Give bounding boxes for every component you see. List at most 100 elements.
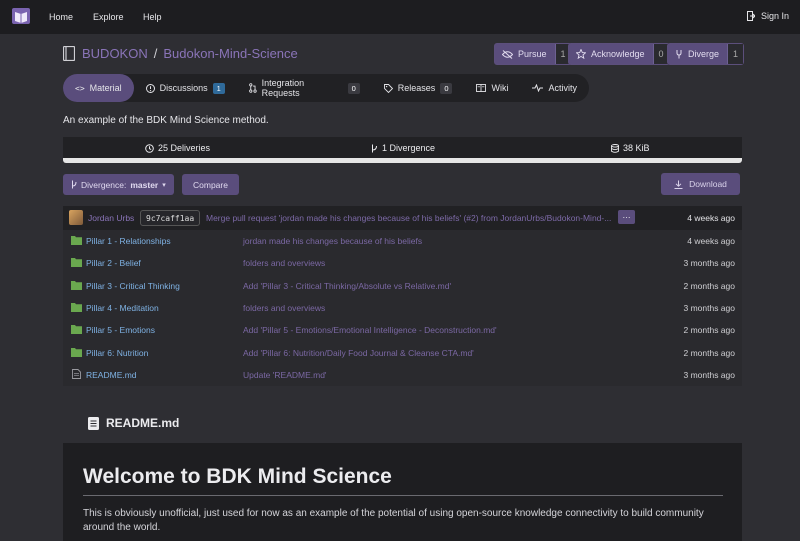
fork-icon bbox=[676, 50, 682, 59]
repo-description: An example of the BDK Mind Science metho… bbox=[63, 115, 269, 126]
pursue-button[interactable]: Pursue 1 bbox=[494, 43, 572, 65]
sign-in-label: Sign In bbox=[760, 11, 789, 21]
commit-time: 4 weeks ago bbox=[687, 213, 735, 223]
branch-icon bbox=[372, 144, 377, 152]
file-name-link[interactable]: README.md bbox=[86, 370, 137, 380]
folder-icon bbox=[71, 303, 82, 312]
tab-material[interactable]: <> Material bbox=[63, 74, 134, 102]
branch-icon bbox=[72, 180, 77, 189]
commit-author-link[interactable]: Jordan Urbs bbox=[88, 213, 134, 223]
file-name-link[interactable]: Pillar 2 - Belief bbox=[86, 258, 141, 268]
file-icon bbox=[72, 369, 81, 379]
tab-activity-label: Activity bbox=[548, 83, 577, 93]
folder-icon bbox=[71, 325, 82, 334]
deliveries-stat[interactable]: 25 Deliveries bbox=[145, 143, 210, 153]
list-item: Pillar 2 - Belief folders and overviews … bbox=[63, 252, 742, 274]
file-time: 3 months ago bbox=[683, 258, 735, 268]
releases-count-badge: 0 bbox=[440, 82, 453, 94]
diverge-count[interactable]: 1 bbox=[727, 44, 744, 64]
chevron-down-icon: ▾ bbox=[162, 181, 166, 189]
book-icon bbox=[476, 84, 487, 92]
top-nav-bar: Home Explore Help Sign In bbox=[0, 0, 800, 34]
tab-releases-label: Releases bbox=[397, 83, 436, 93]
issue-icon bbox=[145, 83, 155, 93]
commit-expand-button[interactable]: ··· bbox=[618, 210, 635, 224]
diverge-button[interactable]: Diverge 1 bbox=[667, 43, 745, 65]
download-label: Download bbox=[689, 179, 727, 189]
nav-explore-link[interactable]: Explore bbox=[93, 12, 124, 22]
compare-button[interactable]: Compare bbox=[182, 174, 239, 195]
list-item: Pillar 6: Nutrition Add 'Pillar 6: Nutri… bbox=[63, 342, 742, 364]
branch-prefix: Divergence: bbox=[81, 179, 127, 190]
tab-activity[interactable]: Activity bbox=[520, 74, 589, 102]
folder-icon bbox=[71, 348, 82, 357]
size-label: 38 KiB bbox=[623, 143, 650, 153]
repo-title: BUDOKON / Budokon-Mind-Science bbox=[63, 46, 298, 61]
readme-header: README.md bbox=[88, 416, 179, 430]
pursue-label: Pursue bbox=[518, 49, 547, 59]
tab-material-label: Material bbox=[89, 83, 122, 93]
avatar[interactable] bbox=[69, 210, 83, 225]
integration-requests-count-badge: 0 bbox=[347, 82, 360, 94]
tab-integration-requests[interactable]: Integration Requests 0 bbox=[237, 74, 372, 102]
tab-wiki-label: Wiki bbox=[491, 83, 509, 93]
nav-home-link[interactable]: Home bbox=[49, 12, 73, 22]
file-name-link[interactable]: Pillar 1 - Relationships bbox=[86, 236, 171, 246]
app-logo-icon[interactable] bbox=[12, 8, 30, 24]
list-item: Pillar 5 - Emotions Add 'Pillar 5 - Emot… bbox=[63, 319, 742, 341]
tab-wiki[interactable]: Wiki bbox=[464, 74, 520, 102]
file-name-link[interactable]: Pillar 6: Nutrition bbox=[86, 348, 148, 358]
sign-in-icon bbox=[746, 11, 755, 21]
nav-help-link[interactable]: Help bbox=[143, 12, 162, 22]
acknowledge-label: Acknowledge bbox=[591, 49, 645, 59]
commit-sha-button[interactable]: 9c7caff1aa bbox=[140, 210, 201, 226]
discussions-count-badge: 1 bbox=[212, 82, 225, 94]
list-item: Pillar 3 - Critical Thinking Add 'Pillar… bbox=[63, 275, 742, 297]
tab-discussions[interactable]: Discussions 1 bbox=[134, 74, 237, 102]
file-name-link[interactable]: Pillar 4 - Meditation bbox=[86, 303, 159, 313]
diverge-label: Diverge bbox=[688, 49, 720, 59]
repo-owner-link[interactable]: BUDOKON bbox=[82, 46, 148, 61]
readme-paragraph: This is obviously unofficial, just used … bbox=[83, 508, 704, 533]
file-commit-link[interactable]: Add 'Pillar 3 - Critical Thinking/Absolu… bbox=[243, 281, 451, 291]
file-time: 4 weeks ago bbox=[687, 236, 735, 246]
deliveries-label: 25 Deliveries bbox=[158, 143, 211, 153]
tab-discussions-label: Discussions bbox=[159, 83, 208, 93]
eye-slash-icon bbox=[502, 49, 513, 59]
file-commit-link[interactable]: folders and overviews bbox=[243, 303, 325, 313]
readme-title: Welcome to BDK Mind Science bbox=[83, 465, 392, 488]
file-name-link[interactable]: Pillar 5 - Emotions bbox=[86, 325, 155, 335]
tab-integration-requests-label: Integration Requests bbox=[261, 78, 305, 98]
repo-book-icon bbox=[63, 46, 75, 61]
readme-content: Welcome to BDK Mind Science This is obvi… bbox=[63, 443, 742, 541]
repo-tabs: <> Material Discussions 1 Integration Re… bbox=[63, 74, 589, 102]
divergence-stat[interactable]: 1 Divergence bbox=[371, 143, 435, 153]
commit-message-link[interactable]: Merge pull request 'jordan made his chan… bbox=[206, 213, 616, 223]
list-item: Pillar 4 - Meditation folders and overvi… bbox=[63, 297, 742, 319]
list-item: README.md Update 'README.md' 3 months ag… bbox=[63, 364, 742, 386]
folder-icon bbox=[71, 281, 82, 290]
tag-icon bbox=[383, 83, 393, 93]
file-name-link[interactable]: Pillar 3 - Critical Thinking bbox=[86, 281, 180, 291]
readme-book-icon bbox=[88, 416, 99, 430]
branch-name: master bbox=[130, 179, 159, 190]
file-commit-link[interactable]: Add 'Pillar 5 - Emotions/Emotional Intel… bbox=[243, 325, 497, 335]
divider bbox=[83, 495, 723, 496]
sign-in-link[interactable]: Sign In bbox=[746, 11, 789, 21]
acknowledge-button[interactable]: Acknowledge 0 bbox=[568, 43, 670, 65]
file-commit-link[interactable]: jordan made his changes because of his b… bbox=[243, 236, 422, 246]
folder-icon bbox=[71, 258, 82, 267]
download-icon bbox=[674, 180, 683, 189]
file-commit-link[interactable]: folders and overviews bbox=[243, 258, 325, 268]
divergence-label: 1 Divergence bbox=[382, 143, 436, 153]
file-commit-link[interactable]: Update 'README.md' bbox=[243, 370, 327, 380]
branch-selector[interactable]: Divergence: master ▾ bbox=[63, 174, 174, 195]
star-icon bbox=[576, 49, 586, 59]
pull-request-icon bbox=[248, 83, 257, 93]
file-commit-link[interactable]: Add 'Pillar 6: Nutrition/Daily Food Jour… bbox=[243, 348, 474, 358]
repo-name-link[interactable]: Budokon-Mind-Science bbox=[163, 46, 297, 61]
pulse-icon bbox=[532, 84, 544, 92]
download-button[interactable]: Download bbox=[661, 173, 740, 195]
folder-icon bbox=[71, 236, 82, 245]
tab-releases[interactable]: Releases 0 bbox=[372, 74, 465, 102]
